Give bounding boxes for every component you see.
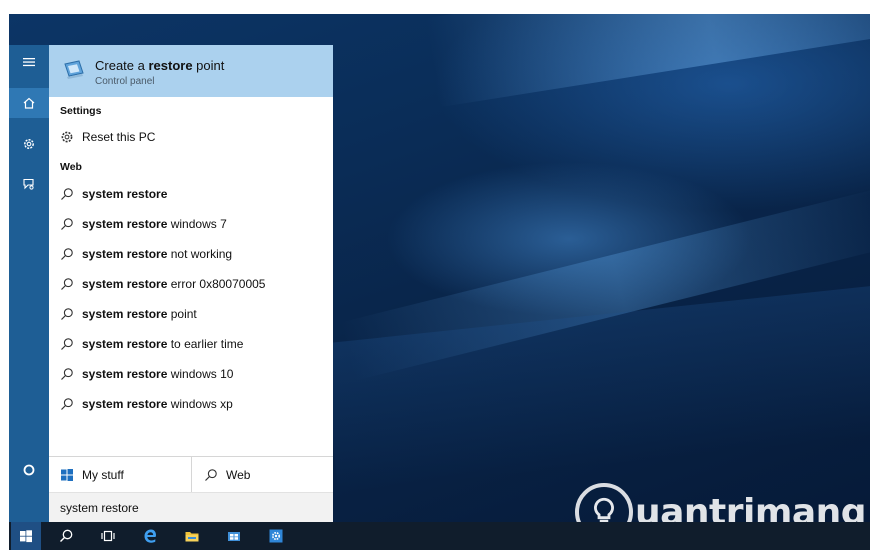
web-suggestion-text: system restore point	[82, 307, 197, 321]
web-suggestion-item[interactable]: system restore to earlier time	[49, 329, 333, 359]
settings-item-reset-this-pc[interactable]: Reset this PC	[49, 122, 333, 152]
file-explorer-icon[interactable]	[177, 522, 207, 550]
gear-icon	[60, 130, 74, 144]
search-icon	[60, 307, 74, 321]
web-suggestion-item[interactable]: system restore not working	[49, 239, 333, 269]
search-icon	[60, 247, 74, 261]
feedback-icon[interactable]	[9, 169, 49, 199]
web-suggestion-text: system restore to earlier time	[82, 337, 244, 351]
web-suggestion-text: system restore windows 10	[82, 367, 234, 381]
web-suggestion-item[interactable]: system restore error 0x80070005	[49, 269, 333, 299]
web-suggestion-text: system restore not working	[82, 247, 233, 261]
search-icon	[60, 397, 74, 411]
restore-point-icon	[62, 58, 86, 82]
web-suggestion-item[interactable]: system restore windows 10	[49, 359, 333, 389]
hamburger-icon[interactable]	[9, 47, 49, 77]
section-header-settings: Settings	[60, 105, 102, 117]
best-match-create-restore-point[interactable]: Create a restore point Control panel	[49, 45, 333, 97]
search-box[interactable]	[49, 492, 333, 522]
web-suggestion-item[interactable]: system restore windows 7	[49, 209, 333, 239]
settings-item-label: Reset this PC	[82, 130, 156, 144]
start-rail	[9, 45, 49, 522]
best-match-subtitle: Control panel	[95, 76, 155, 87]
store-icon[interactable]	[219, 522, 249, 550]
settings-icon[interactable]	[9, 129, 49, 159]
search-icon	[60, 337, 74, 351]
section-header-web: Web	[60, 161, 82, 173]
windows-start-icon[interactable]	[11, 522, 41, 550]
screen: uantrimang Create a restore point Contro…	[9, 14, 870, 550]
search-icon[interactable]	[51, 522, 81, 550]
search-scope-tabs: My stuff Web	[49, 456, 333, 493]
search-icon	[60, 217, 74, 231]
search-input[interactable]	[60, 500, 230, 515]
search-icon	[60, 187, 74, 201]
settings-icon[interactable]	[261, 522, 291, 550]
web-suggestion-text: system restore windows 7	[82, 217, 227, 231]
search-results-panel: Create a restore point Control panel Set…	[49, 45, 333, 522]
search-icon	[60, 277, 74, 291]
tab-web[interactable]: Web	[191, 457, 333, 493]
home-icon[interactable]	[9, 88, 49, 118]
web-suggestion-item[interactable]: system restore	[49, 179, 333, 209]
web-suggestion-text: system restore error 0x80070005	[82, 277, 266, 291]
windows-logo-icon	[61, 469, 73, 481]
web-suggestion-text: system restore	[82, 187, 168, 201]
search-icon	[60, 367, 74, 381]
web-suggestion-item[interactable]: system restore point	[49, 299, 333, 329]
taskbar	[9, 522, 870, 550]
task-view-icon[interactable]	[93, 522, 123, 550]
search-icon	[205, 469, 217, 481]
tab-my-stuff[interactable]: My stuff	[49, 457, 190, 493]
web-suggestion-item[interactable]: system restore windows xp	[49, 389, 333, 419]
tab-web-label: Web	[226, 468, 251, 482]
best-match-title: Create a restore point	[95, 58, 225, 73]
tab-my-stuff-label: My stuff	[82, 468, 124, 482]
edge-icon[interactable]	[135, 522, 165, 550]
web-suggestion-text: system restore windows xp	[82, 397, 233, 411]
cortana-icon[interactable]	[9, 455, 49, 485]
